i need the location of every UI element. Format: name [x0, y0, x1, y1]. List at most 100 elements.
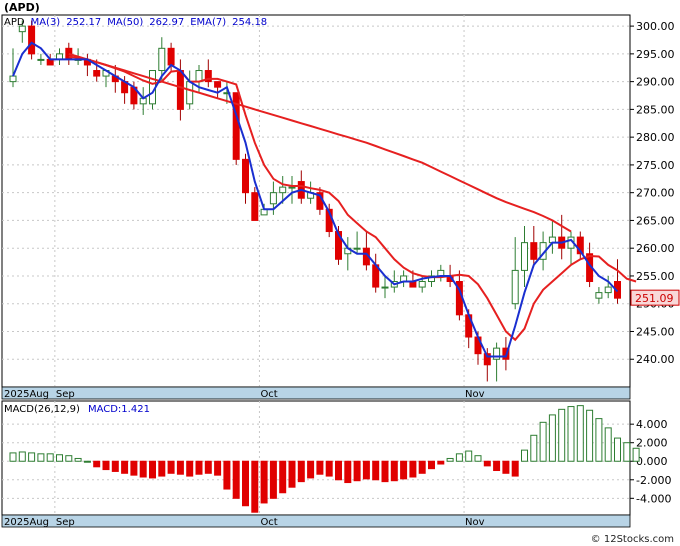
- macd-bar-negative: [362, 460, 370, 480]
- price-legend-item: EMA(7): [190, 17, 226, 28]
- macd-x-label: Oct: [260, 517, 277, 528]
- macd-tick-label: -4.000: [636, 492, 671, 505]
- price-tick-label: 275.00: [636, 159, 675, 172]
- macd-bar-positive: [521, 449, 528, 462]
- price-x-label: Nov: [465, 389, 485, 400]
- candle-up: [279, 186, 287, 194]
- macd-bar-negative: [242, 460, 249, 507]
- macd-bar-negative: [409, 460, 417, 478]
- macd-bar-positive: [455, 453, 463, 462]
- price-tick-label: 240.00: [636, 353, 675, 366]
- macd-bar-positive: [586, 409, 594, 462]
- macd-bar-positive: [18, 451, 26, 462]
- macd-bar-negative: [93, 460, 101, 468]
- macd-tick-label: 4.000: [636, 418, 668, 431]
- macd-bar-negative: [335, 460, 342, 481]
- candle-down: [214, 81, 222, 88]
- price-legend-item: APD: [4, 17, 25, 28]
- macd-bar-negative: [353, 460, 361, 482]
- price-tick-label: 300.00: [636, 20, 675, 33]
- macd-bar-negative: [428, 460, 435, 470]
- candle-up: [288, 186, 296, 189]
- macd-bar-negative: [260, 460, 268, 504]
- price-tick-label: 295.00: [636, 48, 675, 61]
- macd-bar-negative: [121, 460, 129, 474]
- macd-bar-negative: [381, 460, 389, 483]
- macd-bar-negative: [325, 460, 333, 477]
- macd-bar-positive: [604, 427, 612, 462]
- candle-up: [521, 242, 528, 271]
- price-tick-label: 285.00: [636, 103, 675, 116]
- macd-bar-negative: [232, 460, 240, 499]
- macd-bar-negative: [483, 460, 491, 467]
- macd-bar-negative: [223, 460, 231, 490]
- macd-bar-negative: [493, 460, 501, 472]
- candle-up: [595, 292, 603, 299]
- macd-x-label: Sep: [56, 517, 75, 528]
- stock-chart: (APD) 240.00245.00250.00255.00260.00265.…: [0, 0, 680, 546]
- candle-up: [511, 269, 519, 305]
- candle-down: [167, 47, 175, 66]
- macd-bar-positive: [446, 457, 454, 462]
- candle-up: [158, 47, 166, 72]
- candle-down: [93, 70, 101, 77]
- candle-down: [176, 70, 184, 110]
- macd-bar-negative: [111, 460, 119, 472]
- macd-bar-negative: [418, 460, 426, 474]
- macd-x-axis-band: [1, 514, 631, 528]
- macd-bar-negative: [186, 460, 194, 477]
- candle-down: [251, 192, 259, 221]
- macd-bar-positive: [530, 434, 538, 462]
- macd-bar-positive: [9, 452, 17, 462]
- macd-bar-positive: [56, 454, 63, 462]
- macd-bar-positive: [37, 453, 45, 462]
- macd-x-label: Nov: [465, 517, 485, 528]
- macd-bar-negative: [390, 460, 398, 482]
- candle-up: [9, 75, 17, 83]
- macd-tick-label: -2.000: [636, 474, 671, 487]
- macd-bar-negative: [437, 460, 445, 465]
- macd-bar-negative: [158, 460, 166, 477]
- footer-credit: © 12Stocks.com: [591, 534, 674, 545]
- candle-down: [530, 242, 538, 260]
- candle-up: [37, 58, 45, 61]
- macd-bar-negative: [288, 460, 296, 488]
- macd-bar-positive: [567, 406, 575, 462]
- macd-bar-negative: [316, 460, 324, 475]
- candle-up: [186, 81, 194, 105]
- macd-bar-positive: [465, 450, 473, 462]
- macd-bar-negative: [214, 460, 222, 476]
- macd-tick-label: 0.000: [636, 455, 668, 468]
- candle-down: [28, 25, 36, 55]
- candle-up: [353, 247, 361, 250]
- macd-panel: 4.000 2.000 0.000 -2.000 -4.000 MACD(26,12,9)…: [1, 400, 671, 528]
- price-legend-item: 262.97: [149, 17, 184, 28]
- price-legend-item: 252.17: [66, 17, 101, 28]
- macd-bar-negative: [502, 460, 510, 474]
- macd-bar-positive: [65, 455, 73, 462]
- price-tick-label: 255.00: [636, 270, 675, 283]
- price-x-label: 2025Aug: [4, 389, 49, 400]
- macd-bar-negative: [149, 460, 156, 479]
- candle-down: [242, 158, 249, 194]
- macd-bar-negative: [297, 460, 305, 483]
- price-tick-label: 245.00: [636, 325, 675, 338]
- macd-bar-positive: [74, 457, 82, 462]
- price-legend-item: MA(50): [107, 17, 143, 28]
- macd-bar-positive: [614, 437, 621, 462]
- macd-bar-positive: [576, 405, 584, 462]
- price-tick-label: 265.00: [636, 214, 675, 227]
- macd-bar-positive: [83, 460, 91, 463]
- candle-up: [269, 192, 277, 205]
- macd-bar-positive: [623, 442, 631, 462]
- price-x-label: Oct: [260, 389, 277, 400]
- macd-bar-negative: [195, 460, 203, 475]
- ticker-title: (APD): [4, 1, 40, 14]
- macd-bar-negative: [269, 460, 277, 499]
- macd-bar-positive: [632, 447, 640, 462]
- price-tick-label: 260.00: [636, 242, 675, 255]
- last-price-label: 251.09: [635, 292, 674, 305]
- price-tick-label: 290.00: [636, 76, 675, 89]
- macd-bar-negative: [139, 460, 147, 478]
- price-x-label: Sep: [56, 389, 75, 400]
